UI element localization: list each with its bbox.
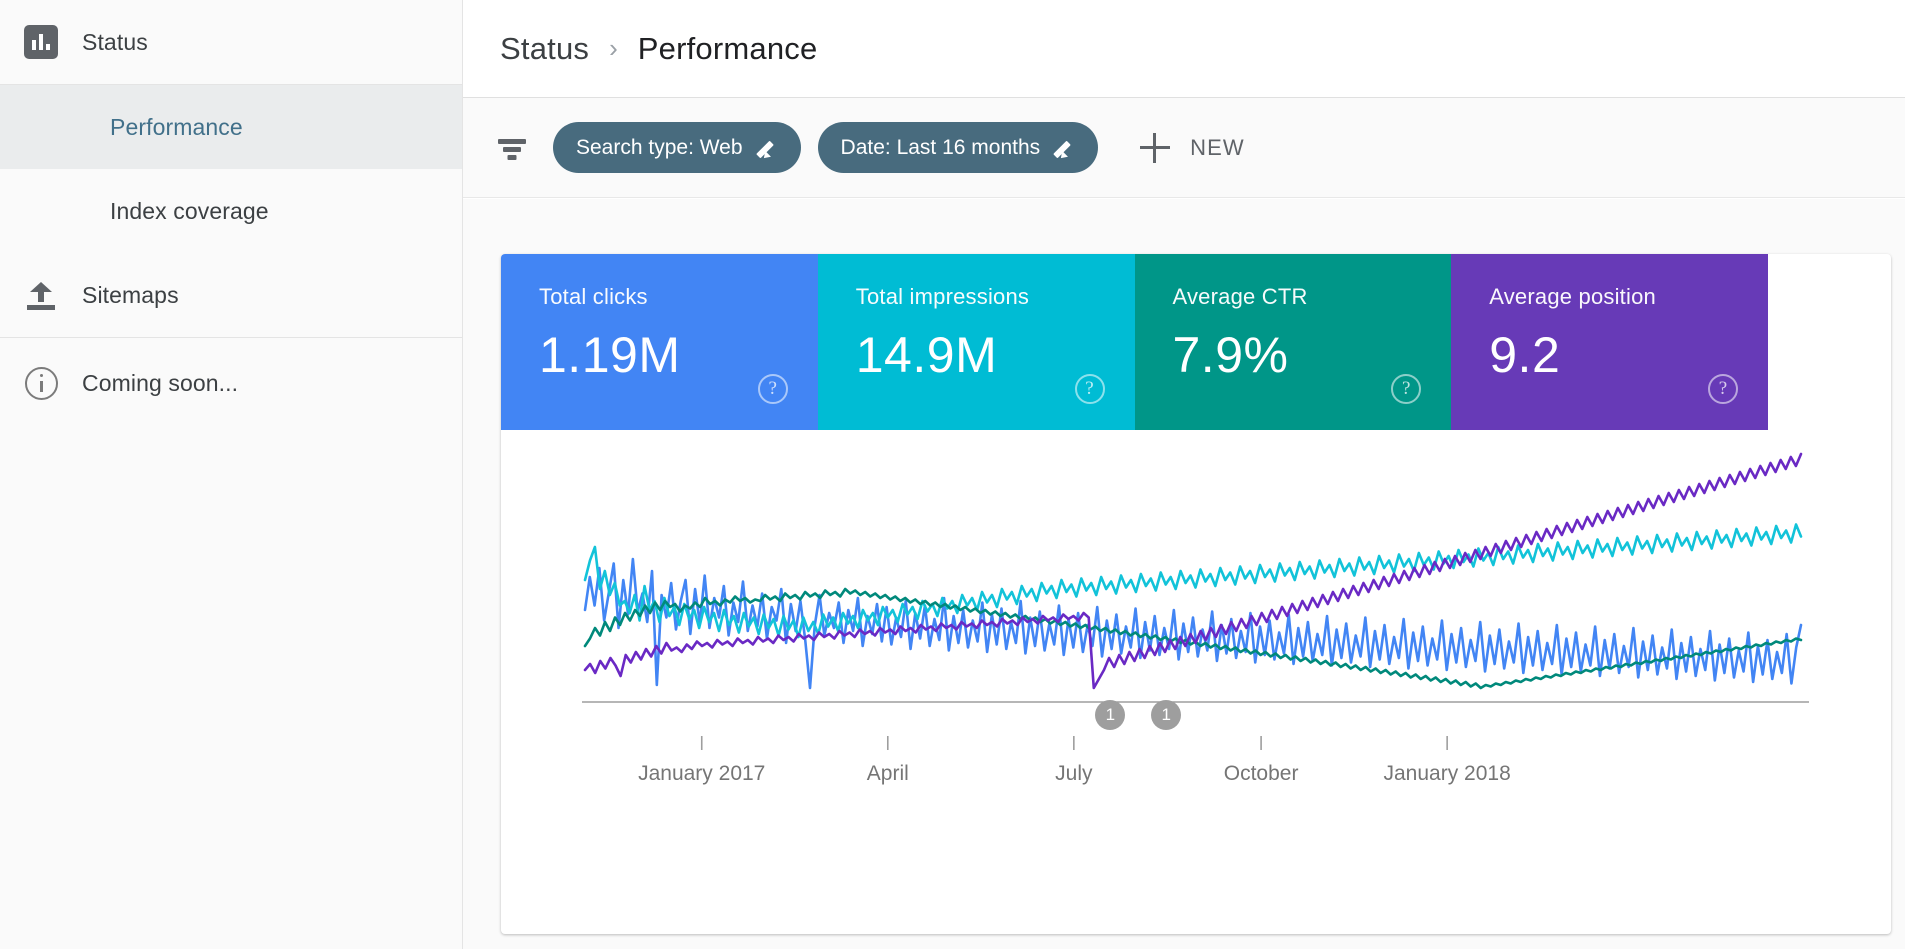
sidebar-item-label: Sitemaps xyxy=(82,282,179,309)
metric-label: Total impressions xyxy=(856,284,1135,310)
main-content: Status › Performance Search type: Web Da… xyxy=(463,0,1905,949)
sidebar: Status Performance Index coverage Sitema… xyxy=(0,0,463,949)
help-icon[interactable]: ? xyxy=(1708,374,1738,404)
chart-x-tick-label: January 2017 xyxy=(638,762,765,785)
filter-chip-search-type[interactable]: Search type: Web xyxy=(553,122,801,173)
filter-bar: Search type: Web Date: Last 16 months NE… xyxy=(463,98,1905,198)
page-title: Performance xyxy=(638,31,818,67)
chevron-right-icon: › xyxy=(609,33,618,64)
filter-chip-label: Search type: Web xyxy=(576,136,743,160)
chart-x-tick-label: July xyxy=(1055,762,1093,785)
sidebar-item-label: Coming soon... xyxy=(82,370,238,397)
content-area: Total clicks 1.19M ? Total impressions 1… xyxy=(463,199,1905,949)
pencil-icon[interactable] xyxy=(1056,138,1076,158)
bar-chart-icon xyxy=(18,25,64,59)
sidebar-item-sitemaps[interactable]: Sitemaps xyxy=(0,253,462,337)
app-root: Status Performance Index coverage Sitema… xyxy=(0,0,1905,949)
chart-x-tick-label: April xyxy=(867,762,909,785)
plus-icon xyxy=(1140,133,1170,163)
metric-label: Total clicks xyxy=(539,284,818,310)
metric-card-average-ctr[interactable]: Average CTR 7.9% ? xyxy=(1135,254,1452,430)
sidebar-item-label: Status xyxy=(82,29,148,56)
breadcrumb: Status › Performance xyxy=(463,0,1905,98)
metric-label: Average CTR xyxy=(1173,284,1452,310)
pencil-icon[interactable] xyxy=(759,138,779,158)
filter-funnel-icon[interactable] xyxy=(495,131,529,165)
new-filter-label: NEW xyxy=(1190,135,1245,161)
metric-card-total-clicks[interactable]: Total clicks 1.19M ? xyxy=(501,254,818,430)
sidebar-item-performance[interactable]: Performance xyxy=(0,85,462,169)
sidebar-item-coming-soon[interactable]: Coming soon... xyxy=(0,338,462,428)
filter-chip-label: Date: Last 16 months xyxy=(841,136,1041,160)
new-filter-button[interactable]: NEW xyxy=(1140,133,1245,163)
chart-series-line xyxy=(585,454,1801,688)
sidebar-item-label: Performance xyxy=(110,114,243,141)
metric-card-total-impressions[interactable]: Total impressions 14.9M ? xyxy=(818,254,1135,430)
breadcrumb-parent[interactable]: Status xyxy=(500,31,589,67)
sidebar-item-label: Index coverage xyxy=(110,198,269,225)
info-icon xyxy=(18,367,64,400)
chart-svg: January 2017 April July October January 2018 xyxy=(501,430,1891,934)
sidebar-item-index-coverage[interactable]: Index coverage xyxy=(0,169,462,253)
help-icon[interactable]: ? xyxy=(1391,374,1421,404)
chart-x-tick-label: January 2018 xyxy=(1384,762,1511,785)
metrics-row: Total clicks 1.19M ? Total impressions 1… xyxy=(501,254,1768,430)
filter-chip-date[interactable]: Date: Last 16 months xyxy=(818,122,1099,173)
help-icon[interactable]: ? xyxy=(1075,374,1105,404)
metric-card-average-position[interactable]: Average position 9.2 ? xyxy=(1451,254,1768,430)
performance-card: Total clicks 1.19M ? Total impressions 1… xyxy=(501,254,1891,934)
help-icon[interactable]: ? xyxy=(758,374,788,404)
chart-x-tick-label: October xyxy=(1224,762,1299,785)
sidebar-item-status[interactable]: Status xyxy=(0,0,462,84)
upload-icon xyxy=(18,278,64,312)
performance-chart[interactable]: January 2017 April July October January 2018… xyxy=(501,430,1891,934)
metric-label: Average position xyxy=(1489,284,1768,310)
